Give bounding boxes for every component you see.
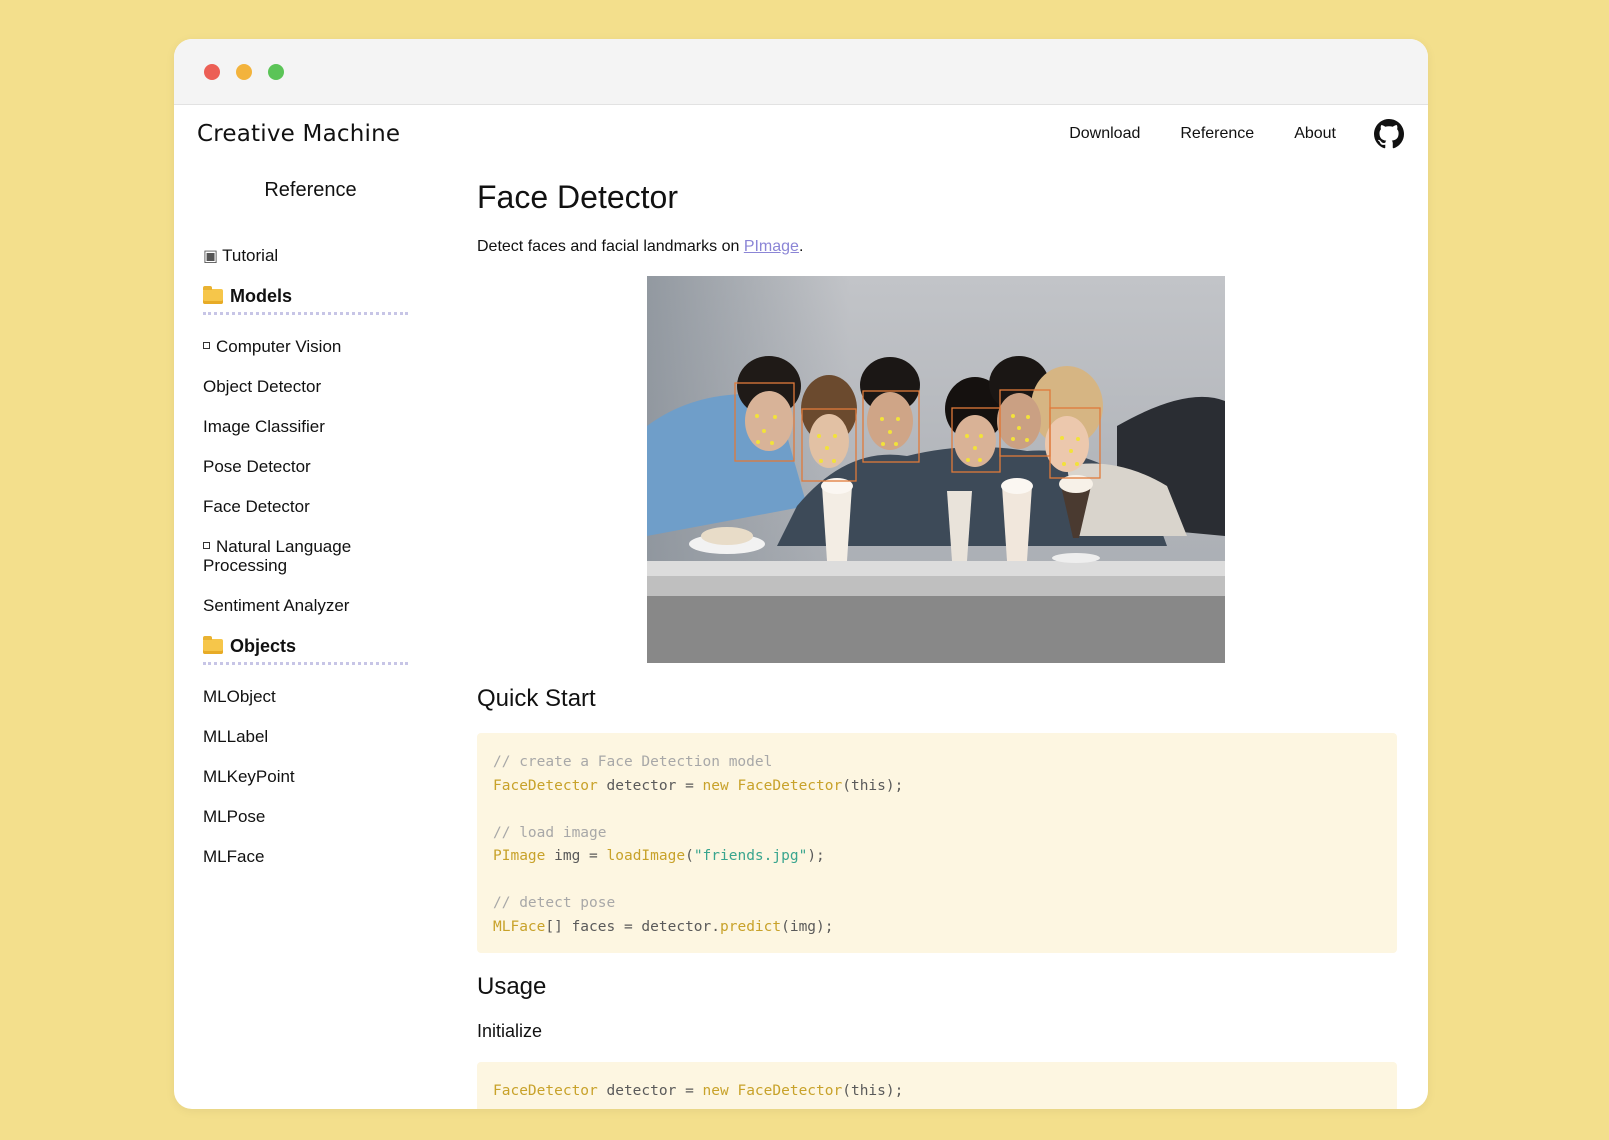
browser-window: Creative Machine Download Reference Abou… xyxy=(174,39,1428,1109)
sidebar-title: Reference xyxy=(264,179,357,201)
folder-icon xyxy=(203,636,223,654)
nav-about-link[interactable]: About xyxy=(1294,125,1336,143)
sidebar-item-computer-vision[interactable]: Computer Vision xyxy=(203,337,418,356)
usage-heading: Usage xyxy=(477,973,547,1000)
window-titlebar xyxy=(174,39,1428,105)
sidebar-item-natural-language-processing[interactable]: Natural Language Processing xyxy=(203,537,418,575)
brand-logo[interactable]: Creative Machine xyxy=(197,121,400,147)
sidebar-item-object-detector[interactable]: Object Detector xyxy=(203,377,418,396)
close-window-button[interactable] xyxy=(204,64,220,80)
sidebar-item-label: Tutorial xyxy=(222,246,279,265)
maximize-window-button[interactable] xyxy=(268,64,284,80)
face-detection-example-image xyxy=(647,276,1225,663)
quick-start-code-block[interactable]: // create a Face Detection model FaceDete… xyxy=(477,733,1397,953)
sidebar-item-sentiment-analyzer[interactable]: Sentiment Analyzer xyxy=(203,596,418,615)
sidebar-item-face-detector[interactable]: Face Detector xyxy=(203,497,418,516)
page-title: Face Detector xyxy=(477,179,678,215)
initialize-heading: Initialize xyxy=(477,1021,543,1041)
sidebar-item-mlpose[interactable]: MLPose xyxy=(203,807,418,826)
pimage-link[interactable]: PImage xyxy=(744,238,799,255)
sidebar-group-models: Models xyxy=(203,286,408,315)
robot-icon: ▣ xyxy=(203,246,219,265)
square-bullet-icon xyxy=(203,542,210,550)
page-description: Detect faces and facial landmarks on PIm… xyxy=(477,238,804,255)
group-photo xyxy=(647,276,1225,596)
sidebar-item-mlkeypoint[interactable]: MLKeyPoint xyxy=(203,767,418,786)
quick-start-heading: Quick Start xyxy=(477,685,596,712)
nav-links: Download Reference About xyxy=(1029,119,1404,149)
nav-reference-link[interactable]: Reference xyxy=(1180,125,1254,143)
sidebar-group-objects: Objects xyxy=(203,636,408,665)
github-icon[interactable] xyxy=(1374,119,1404,149)
minimize-window-button[interactable] xyxy=(236,64,252,80)
sidebar-item-mlobject[interactable]: MLObject xyxy=(203,687,418,706)
folder-icon xyxy=(203,286,223,304)
top-navigation: Creative Machine Download Reference Abou… xyxy=(174,105,1428,167)
sidebar-item-mllabel[interactable]: MLLabel xyxy=(203,727,418,746)
initialize-code-block[interactable]: FaceDetector detector = new FaceDetector… xyxy=(477,1062,1397,1109)
sidebar-item-tutorial[interactable]: ▣ Tutorial xyxy=(203,246,418,265)
sidebar-item-pose-detector[interactable]: Pose Detector xyxy=(203,457,418,476)
nav-download-link[interactable]: Download xyxy=(1069,125,1140,143)
main-content: Face Detector Detect faces and facial la… xyxy=(477,179,1397,1109)
sidebar-item-mlface[interactable]: MLFace xyxy=(203,847,418,866)
sidebar-item-image-classifier[interactable]: Image Classifier xyxy=(203,417,418,436)
reference-sidebar: Reference ▣ Tutorial Models Computer Visi… xyxy=(203,179,418,887)
square-bullet-icon xyxy=(203,342,210,350)
